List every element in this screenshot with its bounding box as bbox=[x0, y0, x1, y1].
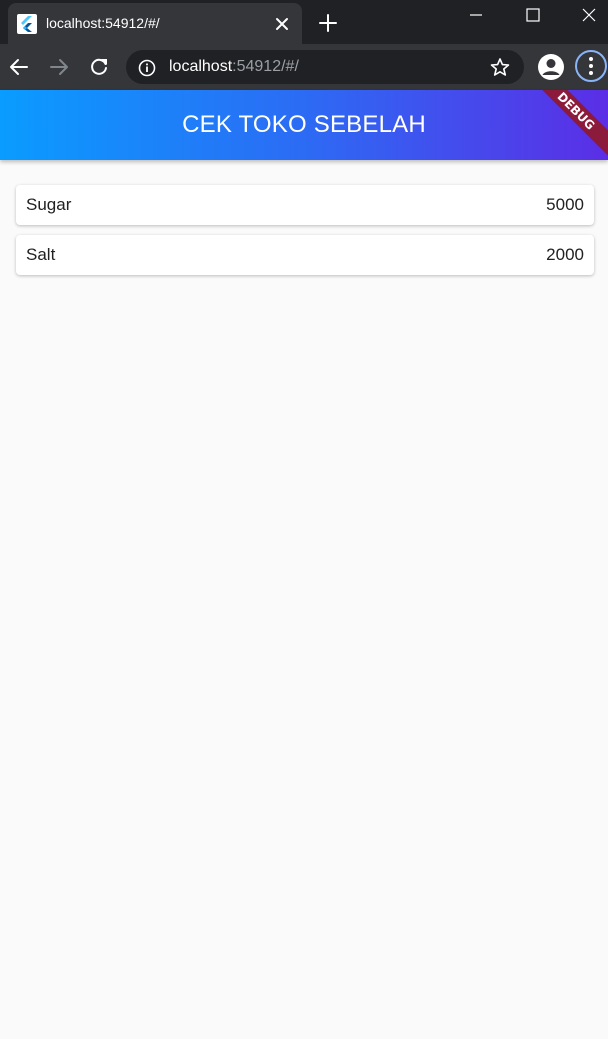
item-price: 2000 bbox=[546, 245, 584, 264]
browser-toolbar: localhost:54912/#/ bbox=[0, 44, 608, 90]
url-host: localhost bbox=[169, 58, 233, 75]
arrow-right-icon[interactable] bbox=[46, 54, 72, 80]
address-bar[interactable]: localhost:54912/#/ bbox=[126, 50, 524, 84]
minimize-icon[interactable] bbox=[449, 0, 503, 30]
browser-tab[interactable]: localhost:54912/#/ bbox=[8, 3, 302, 44]
list-item[interactable]: Salt 2000 bbox=[16, 235, 594, 275]
url-text: localhost:54912/#/ bbox=[169, 58, 299, 76]
info-icon[interactable] bbox=[138, 59, 156, 77]
arrow-left-icon[interactable] bbox=[6, 54, 32, 80]
three-dots-vertical-icon[interactable] bbox=[575, 50, 607, 82]
url-path: :54912/#/ bbox=[232, 58, 299, 75]
tab-close-icon[interactable] bbox=[272, 14, 292, 34]
browser-tab-strip: localhost:54912/#/ bbox=[0, 0, 608, 44]
window-close-icon[interactable] bbox=[562, 0, 608, 30]
item-name: Salt bbox=[26, 245, 56, 264]
product-list: Sugar 5000 Salt 2000 bbox=[16, 185, 594, 285]
page-title: CEK TOKO SEBELAH bbox=[182, 111, 426, 138]
flutter-icon bbox=[17, 14, 37, 34]
item-price: 5000 bbox=[546, 195, 584, 214]
tab-title: localhost:54912/#/ bbox=[46, 15, 160, 31]
debug-banner: DEBUG bbox=[527, 90, 608, 160]
account-icon[interactable] bbox=[535, 51, 567, 83]
plus-icon[interactable] bbox=[317, 12, 339, 34]
list-item[interactable]: Sugar 5000 bbox=[16, 185, 594, 225]
app-bar: CEK TOKO SEBELAH DEBUG bbox=[0, 90, 608, 160]
star-icon[interactable] bbox=[490, 57, 510, 77]
reload-icon[interactable] bbox=[86, 54, 112, 80]
maximize-icon[interactable] bbox=[506, 0, 560, 30]
item-name: Sugar bbox=[26, 195, 72, 214]
